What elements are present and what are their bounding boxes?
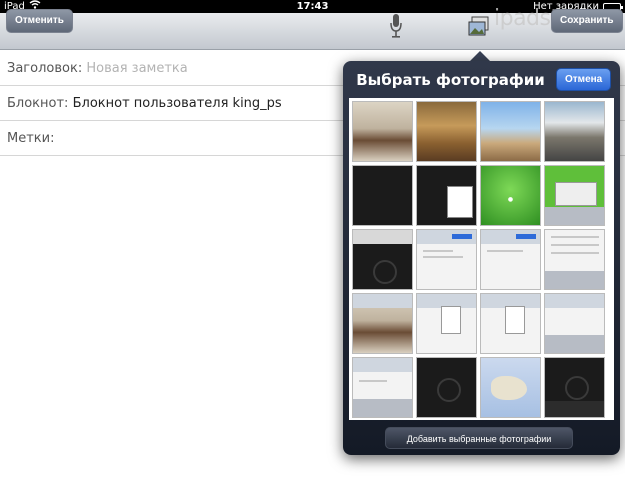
tags-label: Метки:	[7, 131, 55, 146]
photo-thumbnail[interactable]	[416, 101, 477, 162]
photo-thumbnail[interactable]	[352, 293, 413, 354]
photo-grid: ●	[349, 98, 614, 420]
photo-thumbnail[interactable]	[544, 229, 605, 290]
notebook-label: Блокнот:	[7, 96, 69, 111]
photo-thumbnail[interactable]	[544, 293, 605, 354]
cancel-button[interactable]: Отменить	[6, 9, 73, 33]
title-placeholder: Новая заметка	[86, 61, 188, 76]
photo-thumbnail[interactable]	[352, 229, 413, 290]
photo-picker-popover: Выбрать фотографии Отмена ● Добавить выб…	[343, 61, 620, 455]
photo-thumbnail[interactable]	[416, 229, 477, 290]
notebook-value: Блокнот пользователя king_ps	[72, 96, 282, 111]
photo-thumbnail[interactable]	[480, 101, 541, 162]
photo-thumbnail[interactable]	[480, 229, 541, 290]
photo-thumbnail[interactable]	[544, 101, 605, 162]
photo-thumbnail[interactable]	[480, 293, 541, 354]
evernote-logo: ●	[507, 196, 514, 203]
photo-icon[interactable]	[467, 15, 491, 39]
photo-thumbnail[interactable]	[416, 293, 477, 354]
photo-thumbnail[interactable]	[416, 165, 477, 226]
photo-thumbnail[interactable]	[416, 357, 477, 418]
photo-thumbnail[interactable]	[544, 357, 605, 418]
popover-title: Выбрать фотографии	[356, 71, 545, 89]
photo-thumbnail[interactable]	[544, 165, 605, 226]
photo-thumbnail[interactable]: ●	[480, 165, 541, 226]
popover-cancel-button[interactable]: Отмена	[556, 68, 612, 91]
title-label: Заголовок:	[7, 61, 83, 76]
save-button[interactable]: Сохранить	[551, 9, 623, 33]
photo-thumbnail[interactable]	[352, 101, 413, 162]
photo-thumbnail[interactable]	[352, 165, 413, 226]
microphone-icon[interactable]	[389, 13, 403, 41]
photo-thumbnail[interactable]	[480, 357, 541, 418]
add-selected-photos-button[interactable]: Добавить выбранные фотографии	[385, 427, 573, 449]
photo-thumbnail[interactable]	[352, 357, 413, 418]
